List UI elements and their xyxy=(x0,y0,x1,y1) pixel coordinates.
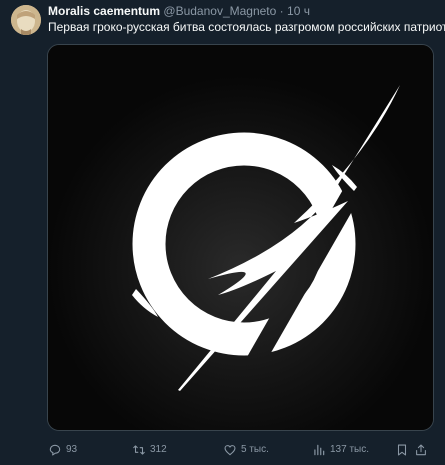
avatar[interactable] xyxy=(11,5,41,35)
views-button[interactable]: 137 тыс. xyxy=(312,440,369,460)
analytics-icon xyxy=(314,444,325,456)
separator: · xyxy=(279,4,284,18)
share-icon xyxy=(416,444,426,456)
tweet-time[interactable]: 10 ч xyxy=(287,4,310,18)
reply-count: 93 xyxy=(66,444,78,455)
bookmark-icon xyxy=(397,444,407,456)
retweet-icon xyxy=(133,445,145,455)
retweet-button[interactable]: 312 xyxy=(132,440,167,460)
reply-button[interactable]: 93 xyxy=(48,440,77,460)
share-button[interactable] xyxy=(414,440,428,460)
tweet-actions: 93 312 5 тыс. 137 тыс. xyxy=(48,440,428,460)
tweet-text: Первая гроко-русская битва состоялась ра… xyxy=(48,20,445,34)
circle-slash-logo-icon xyxy=(48,45,433,430)
tweet[interactable]: Moralis caementum @Budanov_Magneto · 10 … xyxy=(0,0,445,465)
comment-icon xyxy=(49,444,61,456)
retweet-count: 312 xyxy=(150,444,167,455)
bookmark-button[interactable] xyxy=(395,440,409,460)
views-count: 137 тыс. xyxy=(330,444,370,455)
like-button[interactable]: 5 тыс. xyxy=(223,440,269,460)
tweet-image[interactable] xyxy=(47,44,434,431)
like-count: 5 тыс. xyxy=(241,444,269,455)
author-handle[interactable]: @Budanov_Magneto xyxy=(163,4,276,18)
avatar-image xyxy=(11,5,41,35)
heart-icon xyxy=(224,445,236,456)
author-name[interactable]: Moralis caementum xyxy=(48,4,160,18)
tweet-header: Moralis caementum @Budanov_Magneto · 10 … xyxy=(48,4,310,19)
